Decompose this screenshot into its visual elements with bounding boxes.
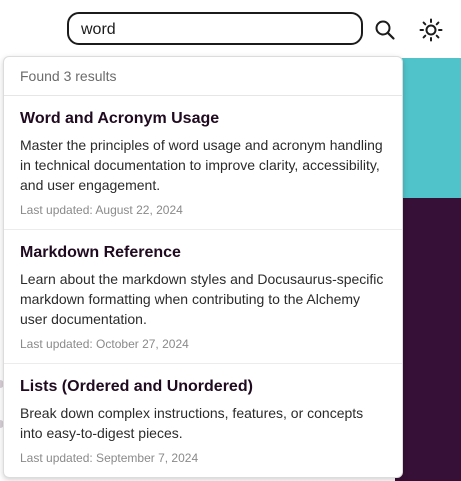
background-teal-panel bbox=[395, 58, 461, 198]
sun-icon bbox=[419, 18, 443, 42]
result-title: Word and Acronym Usage bbox=[20, 110, 220, 127]
result-last-updated: Last updated: September 7, 2024 bbox=[20, 451, 199, 465]
result-title: Markdown Reference bbox=[20, 244, 181, 261]
result-last-updated: Last updated: August 22, 2024 bbox=[20, 203, 183, 217]
search-icon bbox=[375, 20, 395, 40]
background-purple-panel bbox=[395, 198, 461, 481]
result-last-updated: Last updated: October 27, 2024 bbox=[20, 337, 189, 351]
search-result-item[interactable]: Lists (Ordered and Unordered) Break down… bbox=[4, 364, 402, 477]
result-description: Master the principles of word usage and … bbox=[20, 137, 383, 193]
search-input[interactable] bbox=[81, 20, 351, 40]
search-result-item[interactable]: Markdown Reference Learn about the markd… bbox=[4, 230, 402, 364]
search-button[interactable] bbox=[370, 15, 400, 45]
result-title: Lists (Ordered and Unordered) bbox=[20, 378, 253, 395]
search-result-item[interactable]: Word and Acronym Usage Master the princi… bbox=[4, 96, 402, 230]
search-results-dropdown: Found 3 results Word and Acronym Usage M… bbox=[3, 56, 403, 478]
result-description: Break down complex instructions, feature… bbox=[20, 405, 364, 441]
result-description: Learn about the markdown styles and Docu… bbox=[20, 271, 384, 327]
results-count: Found 3 results bbox=[4, 57, 402, 96]
theme-toggle-button[interactable] bbox=[416, 15, 446, 45]
search-field[interactable] bbox=[67, 12, 363, 45]
